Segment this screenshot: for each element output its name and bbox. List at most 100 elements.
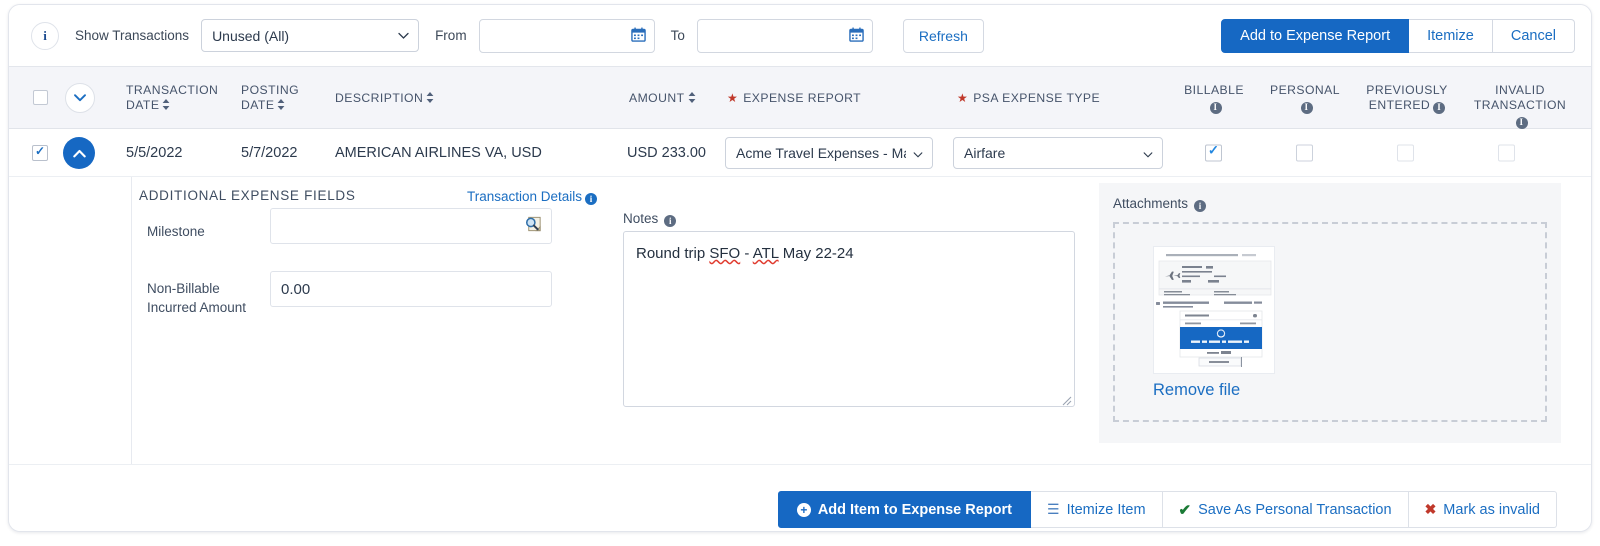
row-select-checkbox[interactable]: ✓ [32, 144, 48, 161]
transactions-card: i Show Transactions Unused (All) From To… [8, 4, 1592, 532]
expand-all-toggle[interactable] [65, 83, 95, 113]
transaction-details-link[interactable]: Transaction Details i [467, 189, 598, 205]
column-psa-expense-type: ★ PSA EXPENSE TYPE [957, 91, 1100, 106]
cell-amount: USD 233.00 [627, 144, 706, 161]
from-label: From [435, 28, 467, 43]
show-transactions-label: Show Transactions [75, 28, 190, 43]
itemize-button[interactable]: Itemize [1409, 18, 1493, 53]
info-icon[interactable]: i [664, 215, 677, 227]
select-all-checkbox[interactable] [33, 90, 48, 105]
add-item-label: Add Item to Expense Report [817, 501, 1012, 518]
checkmark-icon: ✔ [1178, 501, 1192, 519]
save-as-personal-label: Save As Personal Transaction [1198, 501, 1392, 518]
itemize-item-button[interactable]: ☰ Itemize Item [1031, 491, 1163, 528]
column-transaction-date-line2: DATE [126, 98, 160, 112]
column-psa-expense-type-label: PSA EXPENSE TYPE [973, 91, 1101, 105]
column-billable-label: BILLABLE [1184, 83, 1244, 97]
non-billable-amount-field[interactable]: 0.00 [270, 271, 552, 307]
add-to-expense-report-button[interactable]: Add to Expense Report [1221, 18, 1410, 53]
filter-toolbar: i Show Transactions Unused (All) From To… [9, 5, 1591, 67]
close-x-icon: ✖ [1424, 501, 1437, 517]
row-detail-panel: ADDITIONAL EXPENSE FIELDS Transaction De… [9, 177, 1591, 465]
sort-icon[interactable] [426, 92, 434, 107]
column-transaction-date[interactable]: TRANSACTION DATE [126, 83, 236, 114]
column-invalid-transaction: INVALID TRANSACTION i [1461, 83, 1579, 129]
sort-icon[interactable] [162, 99, 170, 114]
column-description[interactable]: DESCRIPTION [335, 91, 434, 107]
notes-text-post: May 22-24 [778, 245, 854, 262]
cancel-button[interactable]: Cancel [1492, 18, 1575, 53]
save-as-personal-transaction-button[interactable]: ✔ Save As Personal Transaction [1162, 491, 1409, 528]
itemize-item-label: Itemize Item [1066, 501, 1146, 518]
transaction-details-link-label: Transaction Details [467, 189, 583, 204]
info-icon[interactable]: i [585, 193, 598, 205]
column-previously-entered-line1: PREVIOUSLY [1366, 83, 1448, 97]
column-personal: PERSONAL i [1265, 83, 1345, 114]
column-personal-label: PERSONAL [1270, 83, 1340, 97]
mark-as-invalid-button[interactable]: ✖ Mark as invalid [1408, 491, 1557, 528]
notes-label-text: Notes [623, 211, 659, 226]
column-posting-date[interactable]: POSTING DATE [241, 83, 331, 114]
info-icon[interactable]: i [1433, 101, 1446, 114]
calendar-icon[interactable] [630, 27, 646, 45]
column-expense-report-label: EXPENSE REPORT [743, 91, 862, 105]
milestone-field[interactable] [270, 208, 552, 244]
lookup-search-icon[interactable] [524, 215, 543, 238]
personal-checkbox[interactable] [1296, 144, 1313, 161]
info-icon[interactable]: i [1300, 101, 1313, 114]
checkmark-icon: ✓ [1208, 142, 1219, 157]
column-amount-label: AMOUNT [629, 91, 685, 105]
calendar-icon[interactable] [849, 27, 864, 45]
sort-icon[interactable] [688, 92, 696, 107]
info-icon[interactable]: i [1515, 116, 1528, 129]
column-expense-report: ★ EXPENSE REPORT [727, 91, 861, 106]
billable-checkbox[interactable]: ✓ [1205, 142, 1222, 161]
detail-divider [131, 177, 132, 464]
mark-as-invalid-label: Mark as invalid [1443, 501, 1540, 518]
notes-label: Notes i [623, 211, 677, 227]
list-icon: ☰ [1047, 501, 1060, 517]
non-billable-label-line1: Non-Billable [147, 281, 220, 296]
info-icon[interactable]: i [1209, 101, 1222, 114]
notes-text-pre: Round trip [636, 245, 710, 262]
psa-expense-type-select[interactable]: Airfare [953, 137, 1163, 169]
column-previously-entered: PREVIOUSLY ENTERED i [1349, 83, 1465, 114]
invalid-transaction-checkbox[interactable] [1498, 144, 1515, 161]
required-star-icon: ★ [727, 91, 739, 105]
show-transactions-select[interactable]: Unused (All) [201, 19, 420, 52]
column-posting-date-line2: DATE [241, 98, 275, 112]
milestone-label: Milestone [147, 224, 205, 239]
previously-entered-checkbox[interactable] [1397, 144, 1414, 161]
info-icon[interactable]: i [1194, 200, 1207, 212]
column-billable: BILLABLE i [1179, 83, 1249, 114]
checkmark-icon: ✓ [35, 144, 46, 158]
plus-circle-icon: + [796, 502, 811, 517]
info-icon[interactable]: i [31, 21, 59, 50]
column-invalid-transaction-line2: TRANSACTION [1473, 98, 1567, 112]
column-amount[interactable]: AMOUNT [629, 91, 696, 107]
chevron-down-icon [1143, 145, 1153, 161]
attachment-thumbnail[interactable] [1153, 246, 1275, 374]
expense-report-value: Acme Travel Expenses - May [736, 145, 906, 161]
from-date-field[interactable] [478, 18, 655, 53]
table-header-row: TRANSACTION DATE POSTING DATE DESCRIPTIO… [9, 67, 1591, 129]
chevron-down-icon [913, 145, 923, 161]
refresh-button[interactable]: Refresh [902, 18, 984, 53]
sort-icon[interactable] [277, 99, 285, 114]
add-item-to-expense-report-button[interactable]: + Add Item to Expense Report [777, 491, 1031, 528]
expense-report-select[interactable]: Acme Travel Expenses - May [725, 137, 933, 169]
additional-expense-fields-title: ADDITIONAL EXPENSE FIELDS [139, 188, 356, 203]
table-row: ✓ 5/5/2022 5/7/2022 AMERICAN AIRLINES VA… [9, 129, 1591, 177]
row-collapse-toggle[interactable] [63, 137, 95, 169]
textarea-resize-handle[interactable] [1060, 392, 1072, 406]
psa-expense-type-value: Airfare [964, 145, 1006, 161]
expense-transactions-screen: i Show Transactions Unused (All) From To… [0, 0, 1600, 546]
notes-text-mid: - [740, 245, 753, 262]
column-transaction-date-line1: TRANSACTION [126, 83, 219, 97]
remove-file-link[interactable]: Remove file [1153, 381, 1240, 400]
to-date-field[interactable] [696, 18, 873, 53]
attachment-dropzone[interactable]: Remove file [1113, 222, 1547, 422]
notes-text-sfo: SFO [709, 245, 741, 262]
non-billable-label-line2: Incurred Amount [147, 300, 247, 315]
notes-textarea[interactable]: Round trip SFO - ATL May 22-24 [623, 231, 1075, 407]
